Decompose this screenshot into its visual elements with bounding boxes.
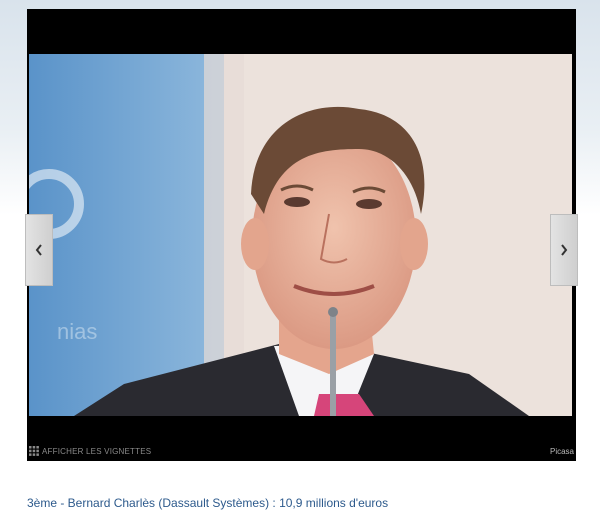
next-photo-button[interactable]	[550, 214, 578, 286]
show-thumbnails-button[interactable]: AFFICHER LES VIGNETTES	[29, 446, 151, 456]
show-thumbnails-label: AFFICHER LES VIGNETTES	[42, 446, 152, 456]
gallery-photo[interactable]: nias	[29, 54, 572, 416]
provider-label: Picasa	[549, 446, 574, 456]
svg-text:nias: nias	[57, 319, 97, 344]
viewer-bottom-bar: AFFICHER LES VIGNETTES Picasa	[27, 441, 576, 461]
chevron-right-icon	[561, 244, 568, 256]
photo-viewer: nias AFFICHER LES VIGNETTES Picasa	[25, 9, 578, 461]
chevron-left-icon	[35, 244, 42, 256]
photo-caption: 3ème - Bernard Charlès (Dassault Système…	[27, 496, 389, 510]
grid-icon	[29, 446, 39, 456]
previous-photo-button[interactable]	[25, 214, 53, 286]
